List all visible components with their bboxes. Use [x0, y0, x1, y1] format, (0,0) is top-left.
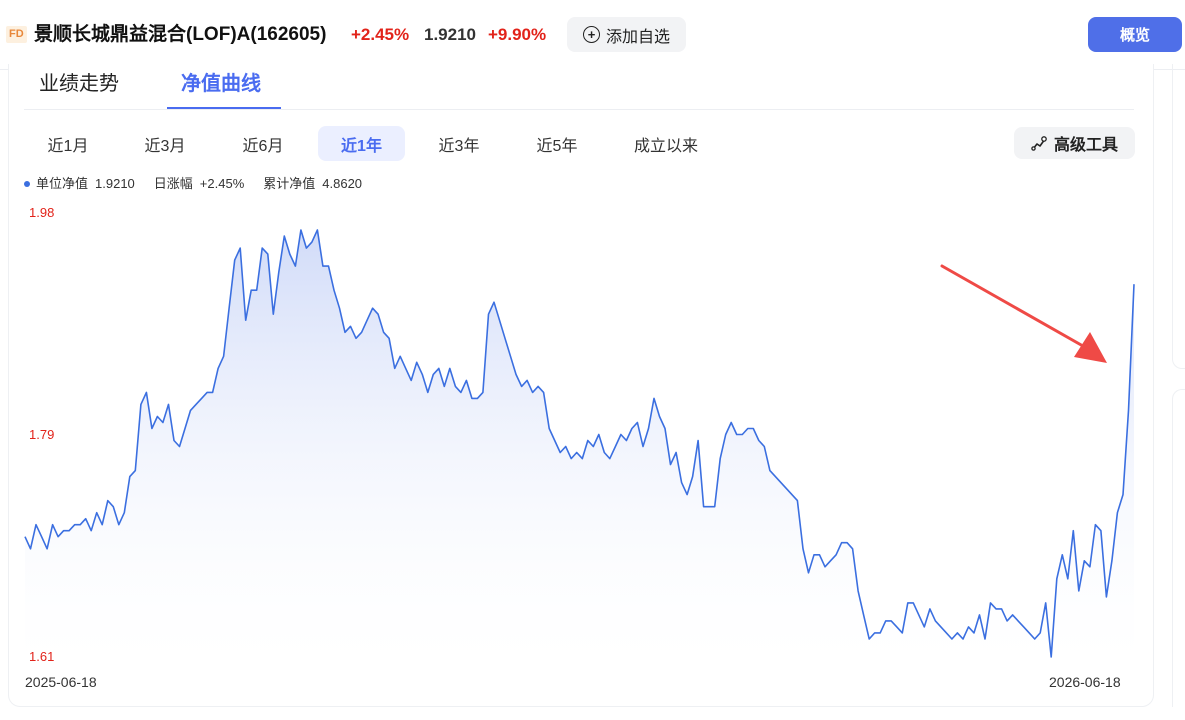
- range-1y-button[interactable]: 近1年: [318, 126, 405, 161]
- range-1m-button[interactable]: 近1月: [24, 126, 112, 161]
- legend-cum-value: 4.8620: [322, 176, 363, 191]
- tab-divider: [24, 109, 1134, 110]
- legend-unit-nav-label: 单位净值: [36, 176, 89, 191]
- legend-unit-nav-value: 1.9210: [95, 176, 135, 191]
- daily-change: +2.45%: [351, 25, 410, 44]
- side-panel-top: [1172, 64, 1185, 369]
- header: FD 景顺长城鼎益混合(LOF)A(162605) +2.45% 1.9210 …: [0, 0, 1185, 70]
- add-watchlist-label: 添加自选: [605, 28, 670, 46]
- y-tick-label: 1.98: [29, 205, 55, 220]
- advanced-tools-label: 高级工具: [1053, 137, 1118, 154]
- side-panel-bottom: [1172, 389, 1185, 707]
- current-nav: 1.9210: [424, 25, 476, 44]
- range-6m-button[interactable]: 近6月: [219, 126, 307, 161]
- period-return: +9.90%: [488, 25, 547, 44]
- tab-nav-curve[interactable]: 净值曲线: [181, 70, 261, 98]
- tools-icon: [1031, 135, 1047, 151]
- range-3y-button[interactable]: 近3年: [415, 126, 503, 161]
- fund-type-badge: FD: [6, 26, 27, 43]
- side-panel-edge: [1172, 64, 1185, 707]
- range-3m-button[interactable]: 近3月: [121, 126, 209, 161]
- legend-daily-label: 日涨幅: [153, 176, 193, 191]
- x-tick-label-start: 2025-06-18: [25, 674, 97, 690]
- series-dot-icon: [24, 181, 30, 187]
- add-watchlist-button[interactable]: + 添加自选: [567, 17, 686, 52]
- x-tick-label-end: 2026-06-18: [1049, 674, 1121, 690]
- y-tick-label: 1.61: [29, 649, 55, 664]
- plus-circle-icon: +: [582, 26, 600, 43]
- advanced-tools-button[interactable]: 高级工具: [1014, 127, 1135, 159]
- range-5y-button[interactable]: 近5年: [513, 126, 601, 161]
- overview-button[interactable]: 概览: [1088, 17, 1182, 52]
- fund-name: 景顺长城鼎益混合(LOF)A(162605): [34, 24, 327, 45]
- legend-cum-label: 累计净值: [263, 176, 316, 191]
- chart-legend: 单位净值 1.9210 日涨幅 +2.45% 累计净值 4.8620: [24, 175, 362, 193]
- tab-performance[interactable]: 业绩走势: [39, 70, 119, 98]
- range-since-inception-button[interactable]: 成立以来: [618, 126, 714, 161]
- legend-daily-value: +2.45%: [199, 176, 245, 191]
- y-tick-label: 1.79: [29, 427, 55, 442]
